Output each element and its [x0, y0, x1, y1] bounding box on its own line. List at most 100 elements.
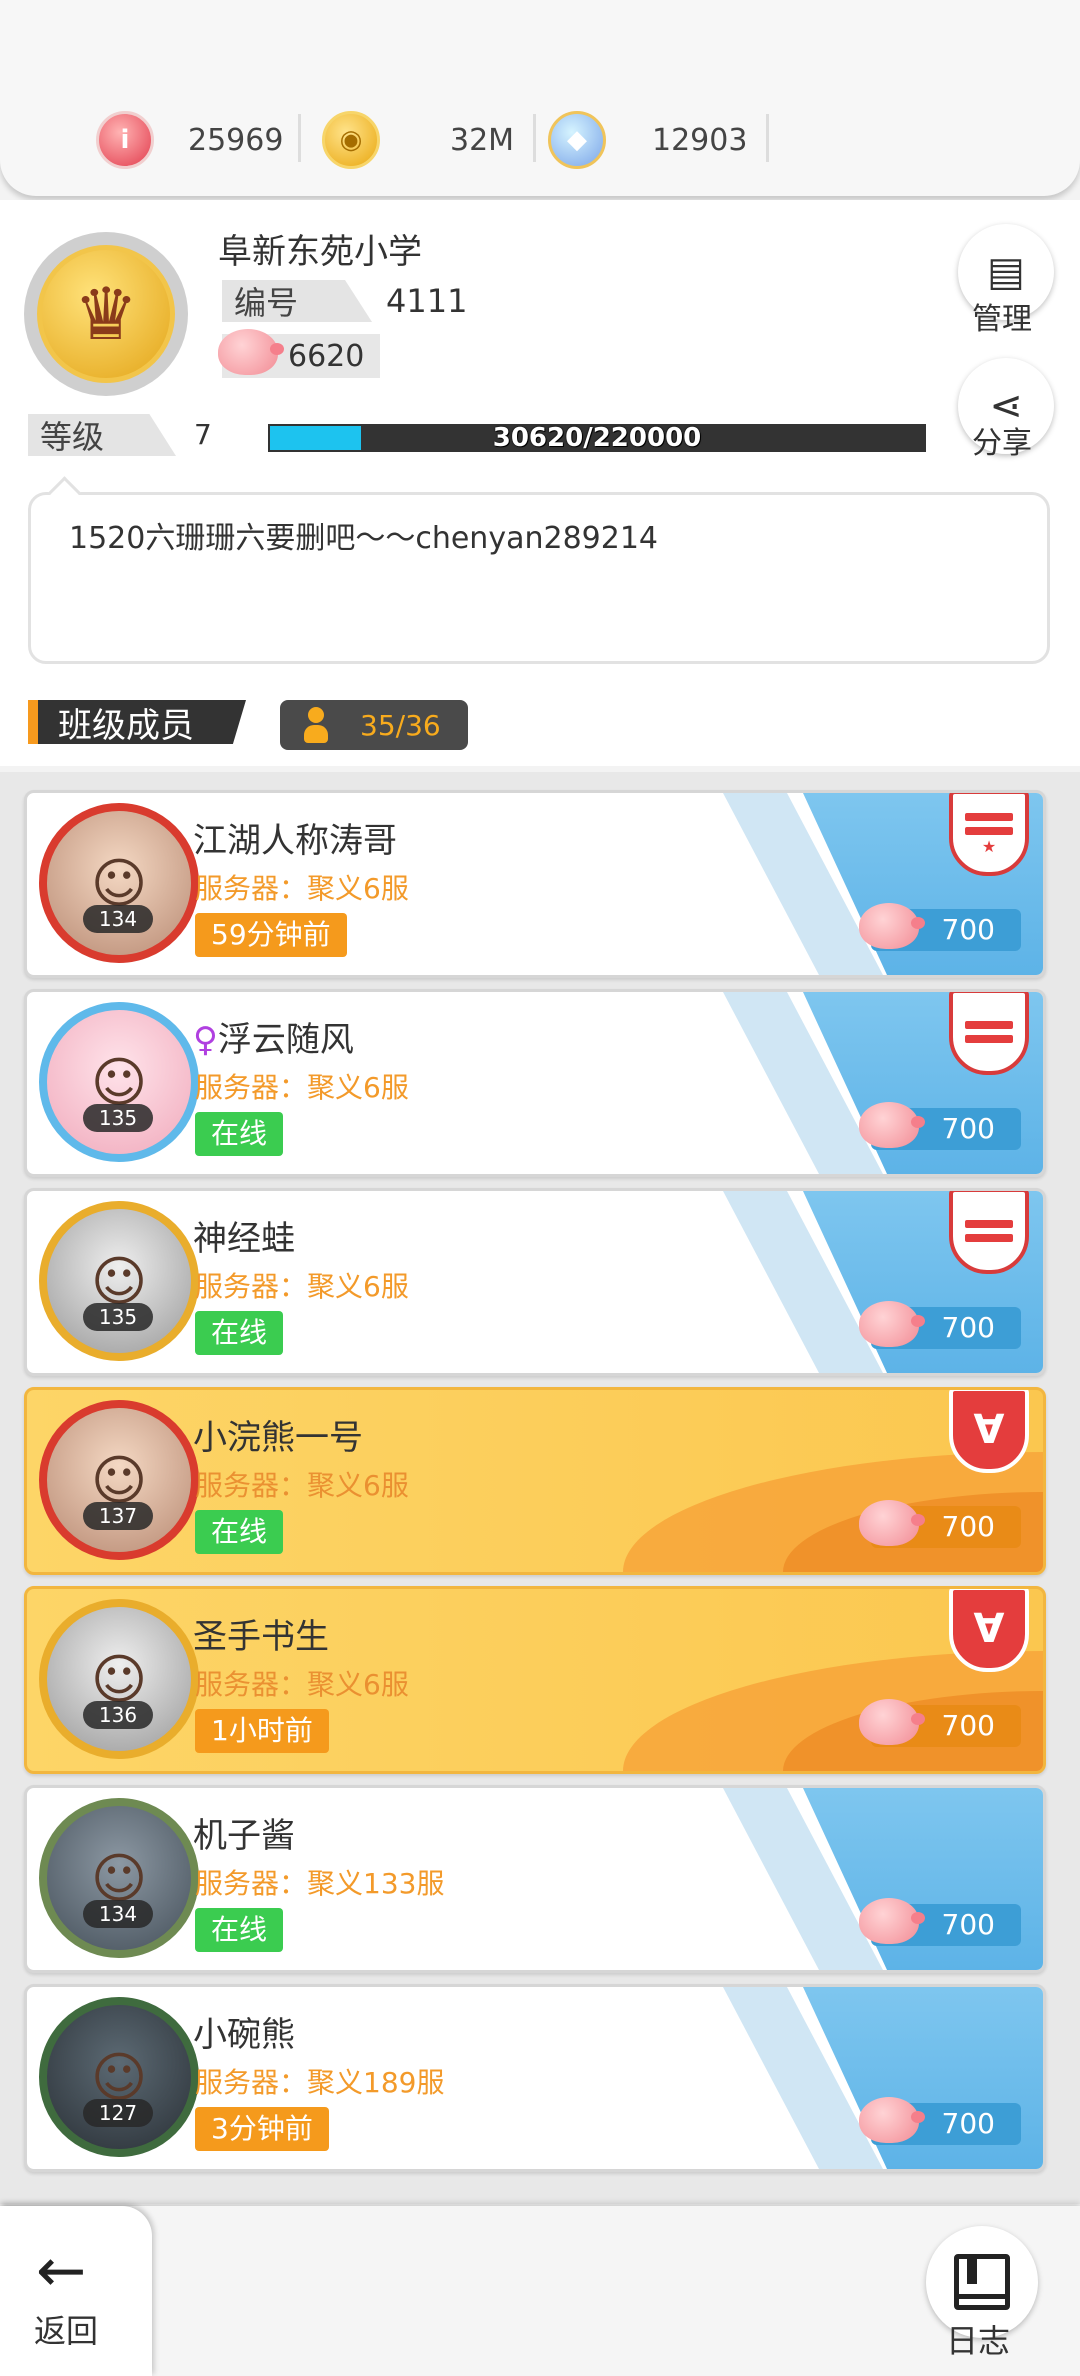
- officer-badge-icon: [949, 1191, 1029, 1274]
- member-level: 137: [83, 1502, 153, 1530]
- member-server: 服务器：聚义189服: [195, 2066, 445, 2099]
- back-arrow-icon: ←: [36, 2236, 87, 2306]
- member-count-value: 35/36: [360, 708, 441, 742]
- vip-badge-icon: ∀: [949, 1390, 1029, 1473]
- member-status: 在线: [195, 1311, 284, 1355]
- piggy-bank-icon: [859, 1898, 925, 1944]
- xp-progress-text: 30620/220000: [492, 423, 702, 453]
- level-label: 等级: [28, 414, 176, 456]
- member-card[interactable]: ☺ 136 圣手书生 服务器：聚义6服 1小时前 700 ∀: [24, 1586, 1046, 1774]
- member-card[interactable]: ☺ 135 ♀浮云随风 服务器：聚义6服 在线 700: [24, 989, 1046, 1177]
- member-level: 136: [83, 1701, 153, 1729]
- school-name: 阜新东苑小学: [218, 232, 422, 272]
- member-name-text: 圣手书生: [193, 1617, 329, 1657]
- member-level: 135: [83, 1303, 153, 1331]
- level-value: 7: [194, 418, 212, 451]
- coupon-icon: i: [96, 111, 154, 169]
- member-name: 小碗熊: [193, 2007, 295, 2056]
- member-status: 3分钟前: [195, 2107, 329, 2151]
- code-value: 4111: [386, 282, 468, 320]
- code-label: 编号: [222, 280, 372, 322]
- member-server: 服务器：聚义133服: [195, 1867, 445, 1900]
- log-label: 日志: [946, 2322, 1011, 2360]
- book-icon: [954, 2254, 1010, 2310]
- member-level: 127: [83, 2099, 153, 2127]
- member-server: 服务器：聚义6服: [195, 1071, 409, 1104]
- member-server: 服务器：聚义6服: [195, 1469, 409, 1502]
- gem-value: 12903: [652, 122, 748, 158]
- resource-bar: i 25969 ◉ 32M ◆ 12903: [0, 0, 1080, 196]
- class-pig-points: 6620: [218, 329, 380, 378]
- member-server: 服务器：聚义6服: [195, 872, 409, 905]
- person-icon: [302, 707, 330, 743]
- crown-icon: ♛: [37, 245, 175, 383]
- piggy-bank-icon: [859, 1500, 925, 1546]
- resource-gem[interactable]: ◆ 12903: [548, 108, 770, 172]
- member-name-text: 小浣熊一号: [193, 1418, 363, 1458]
- leader-badge-icon: ★: [949, 793, 1029, 876]
- member-name: 神经蛙: [193, 1211, 295, 1260]
- member-status: 1小时前: [195, 1709, 329, 1753]
- member-card[interactable]: ☺ 134 机子酱 服务器：聚义133服 在线 700: [24, 1785, 1046, 1973]
- member-name-text: 机子酱: [193, 1816, 295, 1856]
- member-level: 135: [83, 1104, 153, 1132]
- member-avatar[interactable]: ☺: [39, 1997, 199, 2157]
- piggy-bank-icon: [859, 1699, 925, 1745]
- member-name-text: 神经蛙: [193, 1219, 295, 1259]
- resource-coupon[interactable]: i 25969: [96, 108, 302, 172]
- member-avatar[interactable]: ☺: [39, 1201, 199, 1361]
- member-card[interactable]: ☺ 127 小碗熊 服务器：聚义189服 3分钟前 700: [24, 1984, 1046, 2172]
- member-name: 机子酱: [193, 1808, 295, 1857]
- member-card[interactable]: ☺ 137 小浣熊一号 服务器：聚义6服 在线 700 ∀: [24, 1387, 1046, 1575]
- member-card[interactable]: ☺ 134 江湖人称涛哥 服务器：聚义6服 59分钟前 700 ★: [24, 790, 1046, 978]
- female-icon: ♀: [193, 1020, 218, 1060]
- member-server: 服务器：聚义6服: [195, 1668, 409, 1701]
- share-label: 分享: [972, 426, 1032, 461]
- member-avatar[interactable]: ☺: [39, 1002, 199, 1162]
- back-button[interactable]: ← 返回: [0, 2206, 152, 2376]
- member-server: 服务器：聚义6服: [195, 1270, 409, 1303]
- member-name: ♀浮云随风: [193, 1012, 354, 1061]
- piggy-bank-icon: [218, 329, 284, 375]
- member-level: 134: [83, 1900, 153, 1928]
- member-count-badge: 35/36: [280, 700, 468, 750]
- member-name: 圣手书生: [193, 1609, 329, 1658]
- member-avatar[interactable]: ☺: [39, 1599, 199, 1759]
- gold-value: 32M: [450, 122, 515, 158]
- member-card[interactable]: ☺ 135 神经蛙 服务器：聚义6服 在线 700: [24, 1188, 1046, 1376]
- vip-badge-icon: ∀: [949, 1589, 1029, 1672]
- member-status: 59分钟前: [195, 913, 347, 957]
- manage-icon: ▤: [987, 249, 1025, 295]
- officer-badge-icon: [949, 992, 1029, 1075]
- piggy-bank-icon: [859, 1102, 925, 1148]
- gold-coin-icon: ◉: [322, 111, 380, 169]
- gem-ring-icon: ◆: [548, 111, 606, 169]
- xp-progress-bar: 30620/220000: [268, 424, 926, 452]
- divider: [298, 114, 302, 162]
- member-level: 134: [83, 905, 153, 933]
- piggy-bank-icon: [859, 903, 925, 949]
- member-avatar[interactable]: ☺: [39, 1798, 199, 1958]
- member-name-text: 浮云随风: [217, 1020, 354, 1060]
- coupon-value: 25969: [188, 122, 284, 158]
- resource-gold[interactable]: ◉ 32M: [322, 108, 537, 172]
- piggy-bank-icon: [859, 1301, 925, 1347]
- bottom-bar: [0, 2206, 1080, 2376]
- member-status: 在线: [195, 1112, 284, 1156]
- member-status: 在线: [195, 1510, 284, 1554]
- member-name-text: 江湖人称涛哥: [193, 821, 397, 861]
- class-emblem: ♛: [24, 232, 188, 396]
- back-label: 返回: [34, 2312, 99, 2350]
- manage-label: 管理: [972, 302, 1032, 337]
- member-avatar[interactable]: ☺: [39, 1400, 199, 1560]
- piggy-bank-icon: [859, 2097, 925, 2143]
- divider: [766, 114, 770, 162]
- member-status: 在线: [195, 1908, 284, 1952]
- class-profile: ♛ 阜新东苑小学 编号 4111 6620 等级 7 30620/220000 …: [0, 200, 1080, 766]
- member-name-text: 小碗熊: [193, 2015, 295, 2055]
- member-list[interactable]: ☺ 134 江湖人称涛哥 服务器：聚义6服 59分钟前 700 ★ ☺ 135 …: [0, 772, 1080, 2204]
- members-section-title: 班级成员: [28, 700, 246, 744]
- member-avatar[interactable]: ☺: [39, 803, 199, 963]
- member-name: 小浣熊一号: [193, 1410, 363, 1459]
- pig-points-value: 6620: [288, 338, 365, 374]
